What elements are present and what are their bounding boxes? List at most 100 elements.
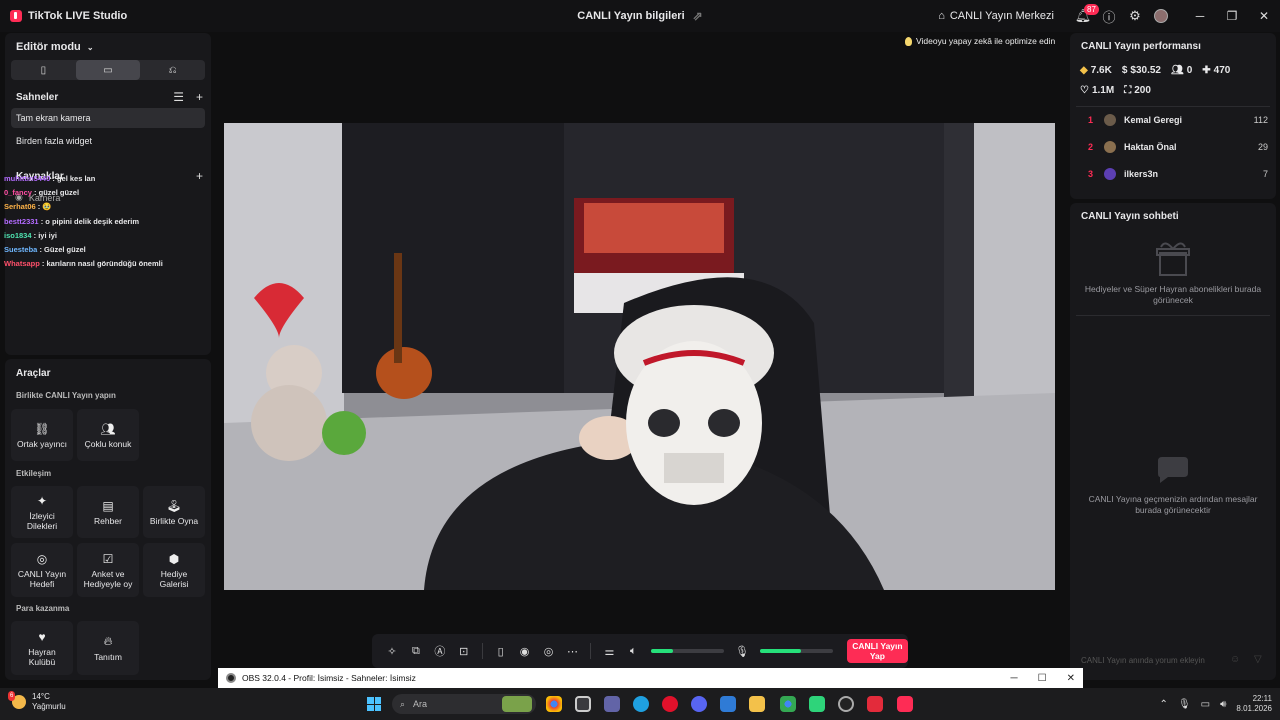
editor-mode-dropdown[interactable]: Editör modu ⌄: [16, 41, 94, 53]
opera-icon[interactable]: [662, 696, 678, 712]
live-center-button[interactable]: ⌂ CANLI Yayın Merkezi: [938, 10, 1054, 22]
gifter-name: Kemal Geregi: [1124, 115, 1183, 125]
volume-tray-icon[interactable]: 🔊︎: [1220, 699, 1226, 710]
mixer-button[interactable]: ⚌: [597, 637, 621, 665]
avatar: [1104, 168, 1116, 180]
maximize-button[interactable]: ❐: [1216, 0, 1248, 32]
microphone-button[interactable]: 🎙︎: [730, 637, 754, 665]
scene-item-full-camera[interactable]: Tam ekran kamera: [11, 108, 205, 128]
live-center-label: CANLI Yayın Merkezi: [949, 10, 1054, 22]
obs-taskbar-icon[interactable]: [838, 696, 854, 712]
weather-widget[interactable]: 6 14°C Yağmurlu: [8, 691, 66, 712]
effects-button[interactable]: ✧: [380, 637, 404, 665]
scene-item-multi-widget[interactable]: Birden fazla widget: [11, 131, 205, 151]
chrome-icon[interactable]: [546, 696, 562, 712]
chat-overlay-message: iso1834 : iyi iyi: [4, 229, 209, 243]
landscape-mode-button[interactable]: ▭: [75, 60, 141, 80]
app-green-icon[interactable]: [809, 696, 825, 712]
gift-box-icon: [1156, 242, 1190, 276]
add-scene-icon[interactable]: +: [196, 90, 203, 104]
discord-icon[interactable]: [691, 696, 707, 712]
live-info-title[interactable]: CANLI Yayın bilgileri ⇗: [560, 9, 720, 23]
folder-icon[interactable]: [749, 696, 765, 712]
users-icon: 👥︎: [100, 421, 116, 436]
record-button[interactable]: ◉: [513, 637, 537, 665]
share-icon[interactable]: ⇗: [693, 9, 703, 23]
minimize-icon: ─: [1195, 9, 1205, 23]
rotate-mode-button[interactable]: ⎌: [140, 60, 205, 80]
tiktok-taskbar-icon[interactable]: [897, 696, 913, 712]
viewers-value: 0: [1186, 65, 1193, 76]
chat-overlay-message: Whatsapp : karıların nasıl göründüğü öne…: [4, 257, 209, 271]
phone-button[interactable]: ▯: [489, 637, 513, 665]
obs-window-titlebar[interactable]: OBS 32.0.4 - Profil: İsimsiz - Sahneler:…: [218, 668, 1083, 688]
coin-icon: $: [1121, 65, 1128, 76]
follower-icon: ✚: [1202, 65, 1211, 76]
weather-badge: 6: [8, 691, 16, 701]
portrait-mode-button[interactable]: ▯: [11, 60, 76, 80]
capture-button[interactable]: ◎: [537, 637, 561, 665]
taskbar-search[interactable]: ⌕ Ara: [392, 694, 536, 714]
send-icon[interactable]: ▽: [1254, 654, 1262, 665]
weather-icon: 6: [8, 691, 26, 709]
start-button[interactable]: [367, 697, 381, 711]
caption-button[interactable]: ⊡: [452, 637, 476, 665]
teams-icon[interactable]: [604, 696, 620, 712]
gift-gallery-button[interactable]: ⬢ Hediye Galerisi: [143, 543, 205, 597]
top-gifter-row[interactable]: 1 Kemal Geregi 112: [1088, 111, 1268, 129]
chrome-profile-icon[interactable]: [780, 696, 796, 712]
settings-button[interactable]: ⚙: [1122, 0, 1148, 32]
promote-button[interactable]: 🔥︎ Tanıtım: [77, 621, 139, 675]
top-gifter-row[interactable]: 3 ilkers3n 7: [1088, 165, 1268, 183]
phone-portrait-icon: ▯: [40, 64, 47, 76]
network-icon[interactable]: ▭: [1201, 699, 1210, 710]
list-icon[interactable]: ☰: [173, 90, 184, 104]
poll-button[interactable]: ☑ Anket ve Hediyeyle oy: [77, 543, 139, 597]
chevron-up-icon[interactable]: ⌃: [1160, 699, 1168, 710]
guide-button[interactable]: ▤ Rehber: [77, 486, 139, 538]
close-button[interactable]: ✕: [1248, 0, 1280, 32]
minimize-button[interactable]: ─: [1184, 0, 1216, 32]
youtube-icon[interactable]: [867, 696, 883, 712]
multi-guest-button[interactable]: 👥︎ Çoklu konuk: [77, 409, 139, 461]
chat-input-placeholder: CANLI Yayın anında yorum ekleyin: [1081, 655, 1205, 665]
obs-maximize-icon[interactable]: ☐: [1038, 673, 1047, 684]
mic-slider[interactable]: [759, 649, 833, 653]
ai-icon: Ⓐ: [434, 646, 446, 658]
tool-label: Tanıtım: [94, 652, 122, 662]
notifications-button[interactable]: 🔔︎ 87: [1070, 0, 1099, 32]
chat-text: güzel güzel: [38, 188, 80, 198]
clock[interactable]: 22:11 8.01.2026: [1236, 694, 1272, 714]
avatar: [1104, 114, 1116, 126]
go-live-button[interactable]: CANLI Yayın Yap: [846, 639, 909, 663]
help-button[interactable]: ⓘ: [1096, 0, 1122, 32]
ai-button[interactable]: Ⓐ: [428, 637, 452, 665]
ai-optimize-hint[interactable]: Videoyu yapay zekâ ile optimize edin: [905, 33, 1055, 49]
volume-slider[interactable]: [651, 649, 725, 653]
translate-button[interactable]: ⧉: [404, 637, 428, 665]
live-goal-button[interactable]: ◎ CANLI Yayın Hedefi: [11, 543, 73, 597]
emoji-icon[interactable]: ☺: [1230, 654, 1240, 665]
top-gifter-row[interactable]: 2 Haktan Önal 29: [1088, 138, 1268, 156]
chat-input[interactable]: CANLI Yayın anında yorum ekleyin: [1076, 650, 1246, 670]
cohost-button[interactable]: ⛓ Ortak yayıncı: [11, 409, 73, 461]
scenes-title: Sahneler: [16, 92, 59, 103]
fan-club-button[interactable]: ♥ Hayran Kulübü: [11, 621, 73, 675]
edge-icon[interactable]: [633, 696, 649, 712]
joystick-icon: 🕹︎: [166, 498, 182, 513]
store-icon[interactable]: [575, 696, 591, 712]
obs-minimize-icon[interactable]: ─: [1011, 673, 1018, 684]
chat-overlay-message: Suesteba : Güzel güzel: [4, 243, 209, 257]
viewer-wishes-button[interactable]: ✦ İzleyici Dilekleri: [11, 486, 73, 538]
profile-button[interactable]: [1148, 0, 1174, 32]
speaker-button[interactable]: 🔈︎: [621, 637, 645, 665]
obs-close-icon[interactable]: ✕: [1067, 673, 1075, 684]
microphone-tray-icon[interactable]: 🎙︎: [1178, 699, 1191, 710]
chat-text: o pipini delik deşik ederim: [45, 216, 140, 226]
mail-icon[interactable]: [720, 696, 736, 712]
orientation-switch: ▯ ▭ ⎌: [11, 60, 205, 80]
more-button[interactable]: ⋯: [561, 637, 585, 665]
camera-preview[interactable]: [224, 123, 1055, 590]
play-together-button[interactable]: 🕹︎ Birlikte Oyna: [143, 486, 205, 538]
app-title: TikTok LIVE Studio: [28, 10, 128, 22]
